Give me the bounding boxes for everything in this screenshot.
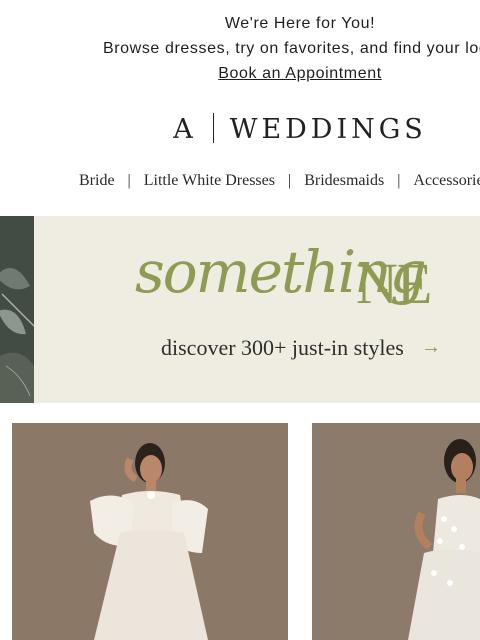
banner-subtext: Browse dresses, try on favorites, and fi… [102, 40, 480, 57]
logo-divider [212, 112, 214, 143]
banner-heading: We're Here for You! [224, 15, 376, 32]
hero-caps-heading: NE [356, 251, 432, 316]
nav-separator: | [127, 172, 131, 189]
announcement-banner: We're Here for You! Browse dresses, try … [0, 0, 480, 100]
book-appointment-link[interactable]: Book an Appointment [0, 65, 480, 83]
main-nav: Bride | Little White Dresses | Bridesmaids | A… [79, 172, 480, 190]
product-card[interactable] [312, 423, 480, 640]
nav-item-bridesmaids[interactable]: Bridesmaids [304, 172, 384, 190]
product-card[interactable] [12, 423, 288, 640]
site-logo[interactable]: A WEDDINGS [0, 112, 480, 146]
nav-item-bride[interactable]: Bride [79, 172, 115, 190]
nav-separator: | [287, 172, 292, 189]
product-image [12, 423, 288, 640]
hero-cta-link[interactable]: discover 300+ just-in styles [161, 335, 404, 361]
nav-separator: | [397, 172, 401, 189]
nav-item-little-white-dresses[interactable]: Little White Dresses [144, 172, 275, 190]
botanical-illustration [0, 216, 35, 403]
nav-item-accessories[interactable]: Accessories [413, 172, 480, 190]
product-image [312, 423, 480, 640]
logo-wordmark: WEDDINGS [229, 114, 427, 145]
logo-mark: A [173, 114, 197, 145]
arrow-right-icon[interactable]: → [421, 336, 441, 359]
